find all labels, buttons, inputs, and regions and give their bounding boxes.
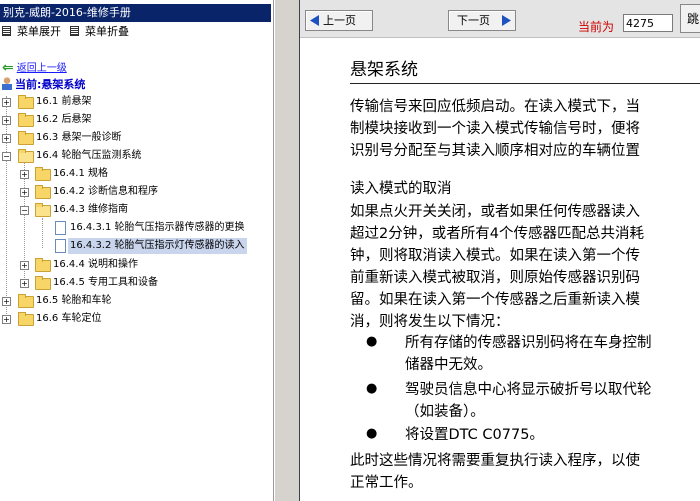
expand-icon[interactable]: + bbox=[2, 315, 11, 324]
section-heading: 读入模式的取消 bbox=[350, 181, 452, 197]
folder-icon bbox=[35, 185, 51, 199]
content-panel: 上一页 下一页 当前为 跳 悬架系统 传输信号来回应低频启动。在读入模式下，当 … bbox=[300, 0, 700, 501]
expand-icon[interactable]: + bbox=[20, 261, 29, 270]
expand-icon[interactable]: + bbox=[2, 297, 11, 306]
next-page-label: 下一页 bbox=[457, 14, 490, 27]
expand-icon[interactable]: + bbox=[20, 188, 29, 197]
tree-item-label: 16.4.2 诊断信息和程序 bbox=[53, 186, 158, 197]
list-icon bbox=[2, 26, 11, 36]
expand-menu-button[interactable]: 菜单展开 bbox=[2, 26, 61, 38]
folder-icon bbox=[35, 167, 51, 181]
paragraph-line: 识别号分配至与其读入顺序相对应的车辆位置 bbox=[350, 143, 640, 159]
bullet-item-line: 所有存储的传感器识别码将在车身控制 bbox=[405, 335, 652, 351]
bullet-icon: ● bbox=[366, 381, 378, 396]
bullet-item-line: 驾驶员信息中心将显示破折号以取代轮 bbox=[405, 382, 652, 398]
folder-icon bbox=[18, 312, 34, 326]
list-icon bbox=[70, 26, 79, 36]
back-link[interactable]: ⇐ 返回上一级 bbox=[2, 59, 67, 76]
folder-icon bbox=[18, 113, 34, 127]
tree-item-label: 16.5 轮胎和车轮 bbox=[36, 295, 112, 306]
navigation-panel: 别克-威朗-2016-维修手册 菜单展开 菜单折叠 ⇐ 返回上一级 当前:悬架系统… bbox=[0, 0, 274, 501]
folder-icon bbox=[35, 276, 51, 290]
collapse-icon[interactable]: − bbox=[2, 152, 11, 161]
paragraph-line: 前重新读入模式被取消，则原始传感器识别码 bbox=[350, 270, 640, 286]
paragraph-line: 超过2分钟，或者所有4个传感器匹配总共消耗 bbox=[350, 226, 644, 242]
expand-menu-label: 菜单展开 bbox=[17, 25, 61, 38]
bullet-item-line: 储器中无效。 bbox=[405, 357, 492, 373]
prev-page-button[interactable]: 上一页 bbox=[305, 10, 373, 31]
bullet-icon: ● bbox=[366, 426, 378, 441]
jump-button[interactable]: 跳 bbox=[680, 4, 700, 33]
tree-item-label: 16.4 轮胎气压监测系统 bbox=[36, 150, 142, 161]
collapse-menu-label: 菜单折叠 bbox=[85, 25, 129, 38]
tree-item-label: 16.3 悬架一般诊断 bbox=[36, 132, 122, 143]
paragraph-line: 钟，则将取消读入模式。如果在读入第一个传 bbox=[350, 248, 640, 264]
expand-icon[interactable]: + bbox=[2, 116, 11, 125]
collapse-menu-button[interactable]: 菜单折叠 bbox=[70, 26, 129, 38]
back-arrow-icon: ⇐ bbox=[2, 60, 14, 76]
expand-icon[interactable]: + bbox=[20, 279, 29, 288]
right-arrow-icon bbox=[502, 15, 511, 26]
tree-item-label: 16.6 车轮定位 bbox=[36, 313, 102, 324]
paragraph-line: 制模块接收到一个读入模式传输信号时，便将 bbox=[350, 121, 640, 137]
tree-item-label: 16.4.4 说明和操作 bbox=[53, 259, 138, 270]
tree-item-label: 16.4.3.2 轮胎气压指示灯传感器的读入 bbox=[68, 238, 247, 254]
collapse-icon[interactable]: − bbox=[20, 206, 29, 215]
paragraph-line: 正常工作。 bbox=[350, 475, 423, 491]
current-page-label: 当前为 bbox=[578, 20, 615, 34]
tree-item-label: 16.4.3 维修指南 bbox=[53, 204, 128, 215]
left-arrow-icon bbox=[310, 15, 319, 26]
folder-icon bbox=[18, 131, 34, 145]
bullet-icon: ● bbox=[366, 334, 378, 349]
document-icon bbox=[55, 239, 66, 253]
document-icon bbox=[55, 221, 66, 235]
paragraph-line: 此时这些情况将需要重复执行读入程序，以使 bbox=[350, 453, 640, 469]
page-title: 悬架系统 bbox=[350, 60, 418, 80]
tree-item-label: 16.2 后悬架 bbox=[36, 114, 92, 125]
expand-icon[interactable]: + bbox=[20, 170, 29, 179]
expand-icon[interactable]: + bbox=[2, 134, 11, 143]
expand-icon[interactable]: + bbox=[2, 98, 11, 107]
paragraph-line: 传输信号来回应低频启动。在读入模式下，当 bbox=[350, 99, 640, 115]
tree-item-label: 16.1 前悬架 bbox=[36, 96, 92, 107]
paragraph-line: 留。如果在读入第一个传感器之后重新读入模 bbox=[350, 292, 640, 308]
paragraph-line: 消，则将发生以下情况： bbox=[350, 314, 510, 330]
open-folder-icon bbox=[18, 149, 34, 163]
page-number-input[interactable] bbox=[623, 14, 673, 32]
tree-item-label: 16.4.5 专用工具和设备 bbox=[53, 277, 158, 288]
folder-icon bbox=[35, 258, 51, 272]
open-folder-icon bbox=[35, 203, 51, 217]
paragraph-line: 如果点火开关关闭，或者如果任何传感器读入 bbox=[350, 204, 640, 220]
user-icon bbox=[2, 77, 12, 90]
current-node: 当前:悬架系统 bbox=[2, 76, 85, 92]
prev-page-label: 上一页 bbox=[323, 14, 356, 27]
folder-icon bbox=[18, 294, 34, 308]
tree-item-label: 16.4.1 规格 bbox=[53, 168, 108, 179]
bullet-item-line: （如装备）。 bbox=[405, 404, 485, 420]
tree-item-label: 16.4.3.1 轮胎气压指示器传感器的更换 bbox=[70, 222, 245, 233]
panel-splitter[interactable] bbox=[274, 0, 301, 501]
next-page-button[interactable]: 下一页 bbox=[448, 10, 516, 31]
bullet-item-line: 将设置DTC C0775。 bbox=[405, 427, 544, 443]
page-toolbar: 上一页 下一页 当前为 跳 bbox=[300, 0, 700, 38]
title-divider bbox=[350, 83, 700, 84]
folder-icon bbox=[18, 95, 34, 109]
manual-title: 别克-威朗-2016-维修手册 bbox=[0, 4, 271, 22]
